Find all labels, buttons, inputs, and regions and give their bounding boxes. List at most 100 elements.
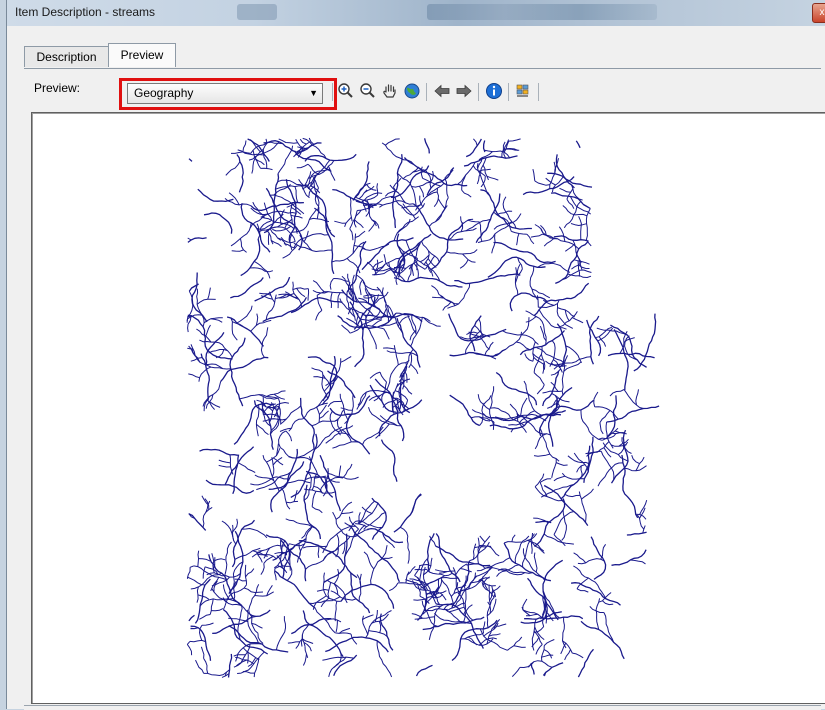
- stream-segment: [445, 178, 449, 197]
- stream-segment: [294, 243, 332, 251]
- stream-segment: [376, 424, 390, 438]
- item-description-window: Item Description - streams x Description…: [6, 0, 825, 709]
- full-extent-globe-icon[interactable]: [402, 82, 422, 102]
- stream-segment: [367, 184, 377, 190]
- stream-segment: [400, 527, 409, 563]
- tab-preview[interactable]: Preview: [108, 43, 176, 67]
- stream-segment: [226, 162, 240, 176]
- stream-segment: [245, 565, 246, 585]
- stream-segment: [509, 139, 521, 141]
- stream-segment: [276, 616, 285, 650]
- zoom-in-icon[interactable]: [336, 82, 356, 102]
- stream-segment: [202, 623, 214, 625]
- stream-segment: [579, 216, 582, 239]
- blurred-taskbar-area: [427, 4, 657, 20]
- highlight-box: [119, 78, 337, 110]
- stream-segment: [358, 501, 374, 523]
- stream-segment: [534, 373, 544, 385]
- stream-segment: [539, 310, 566, 330]
- stream-segment: [275, 568, 277, 580]
- identify-info-icon[interactable]: [484, 82, 504, 102]
- stream-segment: [581, 621, 624, 659]
- stream-segment: [246, 569, 254, 577]
- stream-segment: [414, 263, 419, 278]
- zoom-out-icon[interactable]: [358, 82, 378, 102]
- stream-segment: [496, 373, 536, 406]
- stream-segment: [507, 637, 521, 650]
- toolbar-separator: [478, 83, 479, 101]
- stream-segment: [243, 648, 259, 660]
- stream-segment: [546, 354, 564, 363]
- stream-segment: [357, 392, 367, 409]
- stream-segment: [328, 166, 335, 181]
- stream-segment: [468, 220, 480, 222]
- stream-segment: [362, 244, 389, 250]
- stream-segment: [465, 633, 484, 639]
- stream-segment: [576, 141, 580, 148]
- stream-segment: [371, 557, 393, 584]
- stream-segment: [203, 567, 205, 579]
- stream-segment: [544, 640, 554, 646]
- map-preview-panel[interactable]: [31, 112, 825, 704]
- stream-segment: [332, 442, 359, 448]
- stream-segment: [434, 188, 438, 207]
- stream-segment: [630, 560, 645, 564]
- tab-description[interactable]: Description: [24, 46, 109, 67]
- generate-thumbnail-icon[interactable]: [514, 82, 534, 102]
- stream-segment: [288, 642, 300, 643]
- stream-segment: [404, 386, 412, 395]
- stream-segment: [523, 548, 544, 580]
- stream-segment: [552, 459, 557, 478]
- stream-segment: [544, 650, 552, 659]
- stream-segment: [280, 406, 301, 425]
- stream-segment: [335, 601, 337, 621]
- stream-segment: [187, 644, 191, 655]
- stream-segment: [596, 598, 600, 629]
- stream-segment: [287, 480, 310, 483]
- stream-segment: [527, 234, 534, 244]
- stream-segment: [240, 395, 279, 399]
- stream-segment: [201, 647, 204, 659]
- stream-segment: [562, 473, 584, 479]
- back-arrow-icon[interactable]: [432, 82, 452, 102]
- stream-segment: [367, 262, 376, 275]
- stream-segment: [203, 507, 212, 527]
- stream-segment: [338, 293, 340, 309]
- stream-segment: [551, 369, 561, 375]
- stream-segment: [394, 277, 463, 287]
- stream-segment: [523, 599, 527, 610]
- stream-segment: [255, 475, 274, 481]
- stream-segment: [512, 535, 515, 542]
- close-button[interactable]: x: [812, 3, 825, 23]
- stream-segment: [388, 305, 403, 333]
- stream-segment: [289, 449, 314, 458]
- stream-segment: [389, 583, 398, 591]
- stream-segment: [435, 570, 447, 572]
- stream-segment: [514, 646, 526, 648]
- stream-segment: [578, 261, 580, 277]
- stream-segment: [196, 329, 211, 342]
- stream-segment: [303, 654, 306, 666]
- stream-segment: [326, 619, 341, 622]
- stream-segment: [334, 221, 346, 223]
- stream-segment: [363, 615, 374, 620]
- stream-segment: [571, 224, 587, 226]
- stream-segment: [272, 457, 274, 477]
- stream-segment: [350, 229, 353, 240]
- stream-segment: [189, 159, 192, 162]
- stream-segment: [411, 364, 418, 374]
- stream-segment: [201, 354, 209, 400]
- stream-segment: [317, 407, 320, 422]
- stream-segment: [582, 489, 594, 499]
- stream-segment: [208, 288, 211, 300]
- stream-segment: [387, 351, 418, 356]
- stream-segment: [291, 215, 303, 218]
- stream-segment: [242, 529, 267, 538]
- forward-arrow-icon[interactable]: [454, 82, 474, 102]
- stream-segment: [304, 472, 311, 501]
- pan-hand-icon[interactable]: [380, 82, 400, 102]
- stream-segment: [510, 293, 547, 311]
- stream-segment: [624, 466, 646, 471]
- stream-segment: [489, 585, 490, 605]
- stream-segment: [566, 346, 582, 363]
